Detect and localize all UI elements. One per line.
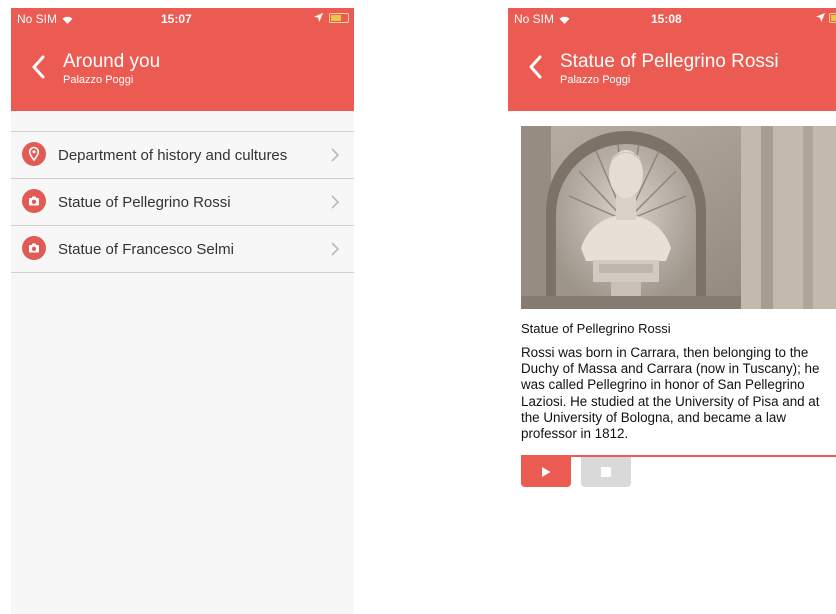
nearby-list: Department of history and cultures Statu… [11, 131, 354, 273]
status-bar: No SIM 15:07 [11, 8, 354, 30]
list-item-statue-pellegrino-rossi[interactable]: Statue of Pellegrino Rossi [11, 179, 354, 226]
battery-icon [329, 13, 349, 23]
statue-photo [521, 126, 836, 309]
list-item-statue-francesco-selmi[interactable]: Statue of Francesco Selmi [11, 226, 354, 273]
chevron-right-icon [331, 242, 339, 256]
description-text: Rossi was born in Carrara, then belongin… [521, 345, 820, 442]
status-bar: No SIM 15:08 [508, 8, 836, 30]
wifi-icon [559, 16, 570, 24]
location-pin-icon [22, 142, 46, 166]
stop-button[interactable] [581, 457, 631, 487]
list-item-label: Statue of Francesco Selmi [58, 241, 234, 258]
camera-icon [22, 236, 46, 260]
carrier-label: No SIM [514, 12, 570, 26]
list-item-label: Department of history and cultures [58, 147, 288, 164]
chevron-right-icon [331, 195, 339, 209]
play-button[interactable] [521, 457, 571, 487]
stop-icon [601, 467, 611, 477]
page-subtitle: Palazzo Poggi [560, 74, 631, 86]
location-arrow-icon [314, 13, 323, 22]
navigation-header: No SIM 15:08 Statue of Pellegrino Rossi … [508, 8, 836, 111]
camera-icon [22, 189, 46, 213]
page-title: Statue of Pellegrino Rossi [560, 51, 779, 72]
chevron-left-icon[interactable] [528, 55, 542, 79]
chevron-right-icon [331, 148, 339, 162]
chevron-left-icon[interactable] [31, 55, 45, 79]
status-time: 15:08 [651, 12, 682, 26]
location-arrow-icon [816, 13, 825, 22]
page-title: Around you [63, 51, 161, 72]
list-item-department[interactable]: Department of history and cultures [11, 132, 354, 179]
statue-detail-screen: No SIM 15:08 Statue of Pellegrino Rossi … [508, 8, 836, 614]
battery-icon [829, 13, 836, 23]
list-item-label: Statue of Pellegrino Rossi [58, 194, 231, 211]
status-time: 15:07 [161, 12, 192, 26]
around-you-screen: No SIM 15:07 Around you Palazzo Poggi De… [11, 8, 354, 614]
navigation-header: No SIM 15:07 Around you Palazzo Poggi [11, 8, 354, 111]
page-subtitle: Palazzo Poggi [63, 74, 134, 86]
carrier-label: No SIM [17, 12, 73, 26]
wifi-icon [62, 16, 73, 24]
photo-caption: Statue of Pellegrino Rossi [521, 321, 671, 336]
play-icon [542, 467, 551, 477]
